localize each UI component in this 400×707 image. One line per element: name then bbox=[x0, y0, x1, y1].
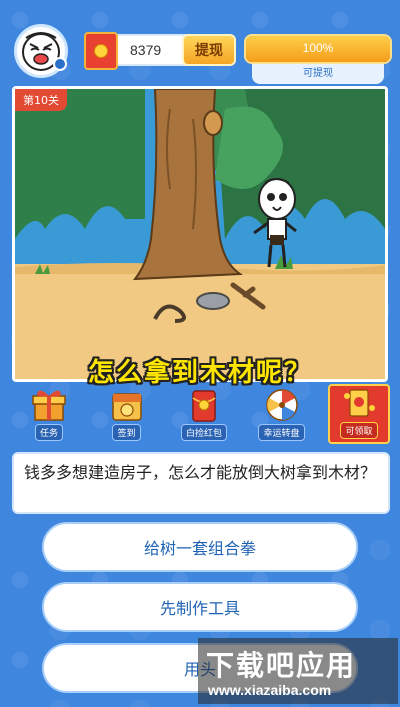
withdraw-progress-bar[interactable]: 100% bbox=[244, 34, 392, 64]
toolbar-label-claimable: 可领取 bbox=[340, 422, 378, 439]
game-scene[interactable]: 第10关 bbox=[12, 86, 388, 382]
red-envelope-coin-icon bbox=[84, 32, 118, 70]
watermark: 下载吧应用 www.xiazaiba.com bbox=[198, 638, 398, 704]
toolbar-item-task[interactable]: 任务 bbox=[18, 388, 80, 446]
answer-option-1[interactable]: 给树一套组合拳 bbox=[42, 522, 358, 572]
toolbar-item-claimable[interactable]: 可领取 bbox=[328, 384, 390, 444]
toolbar-label-task: 任务 bbox=[34, 424, 63, 441]
question-text-box: 钱多多想建造房子，怎么才能放倒大树拿到木材？ bbox=[12, 452, 390, 514]
feature-toolbar: 任务 签到 白捡红包 幸运转盘 可领取 bbox=[18, 384, 390, 448]
toolbar-label-lucky-wheel: 幸运转盘 bbox=[258, 424, 305, 441]
progress-text: 100% bbox=[302, 41, 334, 55]
watermark-url: www.xiazaiba.com bbox=[208, 682, 332, 698]
settings-badge-icon bbox=[53, 57, 67, 71]
answer-option-2[interactable]: 先制作工具 bbox=[42, 582, 358, 632]
coin-value: 8379 bbox=[130, 42, 162, 58]
toolbar-item-lucky-wheel[interactable]: 幸运转盘 bbox=[251, 388, 313, 446]
toolbar-label-free-envelope: 白捡红包 bbox=[180, 424, 227, 441]
withdraw-button[interactable]: 提现 bbox=[182, 34, 236, 66]
toolbar-label-checkin: 签到 bbox=[112, 424, 141, 441]
red-packet-open-icon bbox=[344, 389, 375, 417]
toolbar-item-free-envelope[interactable]: 白捡红包 bbox=[173, 388, 235, 446]
toolbar-item-checkin[interactable]: 签到 bbox=[96, 388, 158, 446]
progress-caption: 可提现 bbox=[252, 64, 384, 84]
calendar-check-icon bbox=[111, 393, 142, 421]
level-badge: 第10关 bbox=[15, 89, 67, 111]
gift-box-icon bbox=[32, 390, 66, 421]
lucky-wheel-icon bbox=[265, 389, 298, 421]
red-envelope-icon bbox=[192, 390, 216, 422]
scene-illustration bbox=[15, 89, 385, 379]
avatar[interactable] bbox=[14, 24, 68, 78]
question-title: 怎么拿到木材呢？ bbox=[87, 358, 312, 388]
watermark-title: 下载吧应用 bbox=[206, 649, 357, 682]
question-text: 钱多多想建造房子，怎么才能放倒大树拿到木材？ bbox=[24, 463, 377, 482]
